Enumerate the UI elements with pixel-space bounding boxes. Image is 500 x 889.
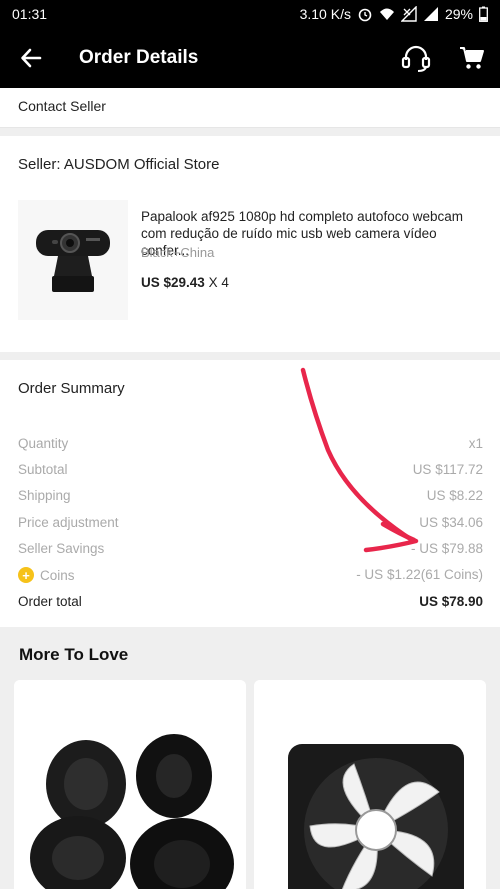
summary-row-shipping: Shipping US $8.22 — [18, 488, 483, 503]
signal-icon — [400, 6, 417, 22]
ear-pads-image — [14, 680, 246, 889]
summary-value: - US $79.88 — [410, 541, 483, 556]
order-summary-heading: Order Summary — [18, 380, 125, 397]
summary-row-quantity: Quantity x1 — [18, 436, 483, 451]
summary-row-subtotal: Subtotal US $117.72 — [18, 462, 483, 477]
status-icons: 3.10 K/s 29% — [300, 6, 488, 22]
contact-seller-link[interactable]: Contact Seller — [0, 88, 500, 128]
summary-value: x1 — [468, 436, 483, 451]
cart-icon — [460, 47, 484, 69]
recommended-item[interactable] — [14, 680, 246, 889]
signal-icon-2 — [423, 7, 438, 21]
battery-icon — [479, 6, 488, 22]
battery-level: 29% — [444, 6, 473, 22]
product-price: US $29.43 — [141, 275, 205, 290]
order-total-value: US $78.90 — [419, 594, 483, 609]
cooling-fan-image — [254, 680, 486, 889]
alarm-icon — [358, 8, 372, 22]
seller-card: Seller: AUSDOM Official Store Papalook a… — [0, 136, 500, 352]
summary-label: Seller Savings — [18, 541, 105, 556]
recommended-item[interactable] — [254, 680, 486, 889]
product-image[interactable] — [18, 200, 128, 320]
coin-icon: + — [18, 567, 34, 583]
webcam-image — [36, 230, 110, 292]
summary-label: Subtotal — [18, 462, 68, 477]
support-button[interactable] — [388, 28, 444, 88]
summary-value: US $117.72 — [412, 462, 483, 477]
summary-label: Price adjustment — [18, 515, 119, 530]
summary-row-seller-savings: Seller Savings - US $79.88 — [18, 541, 483, 556]
status-time: 01:31 — [12, 6, 48, 22]
more-to-love-heading: More To Love — [19, 645, 129, 664]
back-button[interactable] — [0, 28, 62, 88]
app-bar: Order Details — [0, 28, 500, 88]
arrow-left-icon — [21, 48, 42, 68]
headset-icon — [401, 45, 431, 72]
summary-value: US $8.22 — [426, 488, 483, 503]
seller-name[interactable]: Seller: AUSDOM Official Store — [18, 156, 219, 173]
summary-row-order-total: Order total US $78.90 — [18, 594, 483, 609]
status-bar: 01:31 3.10 K/s 29% — [0, 0, 500, 28]
summary-value: US $34.06 — [419, 515, 483, 530]
page-title: Order Details — [79, 47, 199, 68]
coins-label-group: + Coins — [18, 567, 75, 583]
product-price-line: US $29.43 X 4 — [141, 275, 229, 290]
product-variant: Black+China — [141, 245, 215, 260]
order-total-label: Order total — [18, 594, 82, 609]
summary-row-coins: + Coins - US $1.22(61 Coins) — [18, 567, 483, 583]
contact-seller-label: Contact Seller — [18, 98, 106, 114]
wifi-icon — [379, 8, 394, 20]
summary-value: - US $1.22(61 Coins) — [356, 567, 483, 582]
order-summary-card: Order Summary Quantity x1 Subtotal US $1… — [0, 360, 500, 627]
product-quantity: X 4 — [208, 275, 229, 290]
summary-label: Coins — [40, 567, 75, 583]
summary-row-price-adjustment: Price adjustment US $34.06 — [18, 515, 483, 530]
summary-label: Shipping — [18, 488, 71, 503]
cart-button[interactable] — [444, 28, 500, 88]
network-speed: 3.10 K/s — [299, 6, 351, 22]
summary-label: Quantity — [18, 436, 69, 451]
